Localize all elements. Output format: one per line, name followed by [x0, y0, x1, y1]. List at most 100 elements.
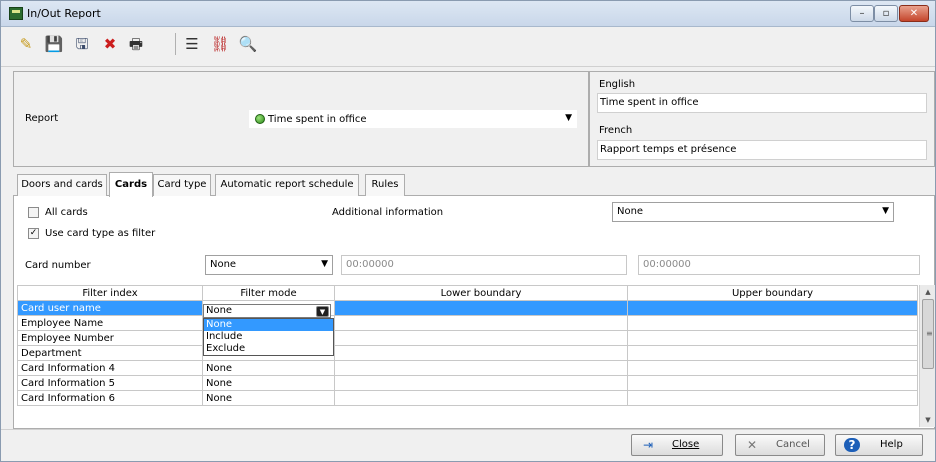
filter-mode-cell[interactable]: None	[202, 375, 335, 391]
lower-boundary-cell[interactable]	[334, 345, 628, 361]
maximize-button[interactable]: ▫	[874, 5, 898, 22]
minimize-button[interactable]: –	[850, 5, 874, 22]
upper-boundary-cell[interactable]	[627, 360, 918, 376]
all-cards-checkbox[interactable]	[28, 207, 39, 218]
french-description-input[interactable]: Rapport temps et présence	[597, 140, 927, 160]
additional-information-label: Additional information	[332, 207, 444, 218]
filter-index-cell[interactable]: Card Information 4	[17, 360, 203, 376]
column-header-lower-boundary[interactable]: Lower boundary	[334, 285, 628, 301]
chevron-down-icon: ▼	[565, 113, 572, 123]
table-row[interactable]: Card Information 5 None	[17, 375, 918, 391]
additional-information-select[interactable]: None ▼	[612, 202, 894, 222]
dropdown-option-exclude[interactable]: Exclude	[204, 343, 333, 355]
filter-mode-cell[interactable]: None	[202, 390, 335, 406]
new-icon[interactable]: ✎	[15, 33, 37, 55]
cancel-button-label: Cancel	[776, 439, 810, 450]
help-button[interactable]: ? Help	[835, 434, 923, 456]
upper-boundary-cell[interactable]	[627, 315, 918, 331]
exit-icon: ⇥	[642, 438, 654, 452]
save-icon[interactable]: 💾	[43, 33, 65, 55]
additional-information-value: None	[617, 206, 644, 217]
scroll-thumb[interactable]: ≡	[922, 299, 934, 369]
tab-rules[interactable]: Rules	[365, 174, 405, 196]
filter-index-cell[interactable]: Employee Number	[17, 330, 203, 346]
table-row[interactable]: Employee Number	[17, 330, 918, 346]
filter-index-cell[interactable]: Card user name	[17, 300, 203, 316]
save-as-icon[interactable]: 🖫	[71, 33, 93, 55]
card-number-mode-value: None	[210, 259, 237, 270]
filter-mode-editor-value: None	[206, 305, 233, 316]
filter-index-cell[interactable]: Card Information 5	[17, 375, 203, 391]
table-row[interactable]: Card user name None	[17, 300, 918, 316]
card-number-to-input[interactable]: 00:00000	[638, 255, 920, 275]
use-card-type-label: Use card type as filter	[45, 228, 156, 239]
upper-boundary-cell[interactable]	[627, 390, 918, 406]
table-row[interactable]: Card Information 4 None	[17, 360, 918, 376]
list-icon[interactable]: ☰	[181, 33, 203, 55]
lower-boundary-cell[interactable]	[334, 300, 628, 316]
tab-cards[interactable]: Cards	[109, 172, 153, 197]
help-button-label: Help	[880, 439, 903, 450]
table-row[interactable]: Employee Name	[17, 315, 918, 331]
cancel-button[interactable]: ✕ Cancel	[735, 434, 825, 456]
print-icon[interactable]: 🖶	[125, 33, 147, 55]
in-out-report-window: In/Out Report – ▫ ✕ ✎ 💾 🖫 ✖ 🖶 ☰ ⛓ 🔍 Repo…	[0, 0, 936, 462]
french-label: French	[599, 125, 633, 136]
report-label: Report	[25, 113, 59, 124]
filter-grid: Filter index Filter mode Lower boundary …	[17, 285, 918, 427]
tab-doors-and-cards[interactable]: Doors and cards	[17, 174, 107, 196]
lower-boundary-cell[interactable]	[334, 330, 628, 346]
lower-boundary-cell[interactable]	[334, 390, 628, 406]
report-select-value: Time spent in office	[268, 114, 367, 125]
filter-index-cell[interactable]: Department	[17, 345, 203, 361]
upper-boundary-cell[interactable]	[627, 375, 918, 391]
english-label: English	[599, 79, 636, 90]
window-title: In/Out Report	[27, 7, 101, 20]
search-icon[interactable]: 🔍	[237, 33, 259, 55]
lower-boundary-cell[interactable]	[334, 315, 628, 331]
chevron-down-icon: ▼	[321, 259, 328, 269]
scroll-up-icon[interactable]: ▲	[920, 285, 936, 299]
close-button[interactable]: ⇥ Close	[631, 434, 723, 456]
column-header-filter-index[interactable]: Filter index	[17, 285, 203, 301]
card-number-label: Card number	[25, 260, 91, 271]
card-number-from-input[interactable]: 00:00000	[341, 255, 627, 275]
filter-index-cell[interactable]: Employee Name	[17, 315, 203, 331]
table-row[interactable]: Card Information 6 None	[17, 390, 918, 406]
use-card-type-checkbox[interactable]: ✓	[28, 228, 39, 239]
english-description-input[interactable]: Time spent in office	[597, 93, 927, 113]
filter-mode-dropdown: None Include Exclude	[203, 318, 334, 356]
all-cards-label: All cards	[45, 207, 88, 218]
upper-boundary-cell[interactable]	[627, 345, 918, 361]
scroll-down-icon[interactable]: ▼	[920, 413, 936, 427]
delete-icon[interactable]: ✖	[99, 33, 121, 55]
close-button-label: Close	[672, 439, 700, 450]
dropdown-option-none[interactable]: None	[204, 319, 333, 331]
upper-boundary-cell[interactable]	[627, 330, 918, 346]
lower-boundary-cell[interactable]	[334, 360, 628, 376]
filter-index-cell[interactable]: Card Information 6	[17, 390, 203, 406]
lower-boundary-cell[interactable]	[334, 375, 628, 391]
filter-mode-editor[interactable]: None ▼	[203, 304, 331, 318]
table-row[interactable]: Department None	[17, 345, 918, 361]
column-header-upper-boundary[interactable]: Upper boundary	[627, 285, 918, 301]
filter-mode-cell[interactable]: None	[202, 360, 335, 376]
help-icon: ?	[844, 438, 860, 452]
upper-boundary-cell[interactable]	[627, 300, 918, 316]
toolbar-separator	[175, 33, 176, 55]
dropdown-option-include[interactable]: Include	[204, 331, 333, 343]
close-window-button[interactable]: ✕	[899, 5, 929, 22]
column-header-filter-mode[interactable]: Filter mode	[202, 285, 335, 301]
app-icon	[9, 7, 23, 20]
card-number-mode-select[interactable]: None ▼	[205, 255, 333, 275]
chevron-down-icon: ▼	[882, 206, 889, 216]
status-dot-icon	[255, 114, 265, 124]
title-bar: In/Out Report – ▫ ✕	[1, 1, 935, 27]
report-select[interactable]: Time spent in office ▼	[249, 110, 577, 128]
tab-card-type[interactable]: Card type	[153, 174, 211, 196]
grid-vertical-scrollbar[interactable]: ▲ ≡ ▼	[919, 285, 935, 427]
toolbar: ✎ 💾 🖫 ✖ 🖶 ☰ ⛓ 🔍	[1, 27, 935, 67]
chevron-down-icon[interactable]: ▼	[316, 306, 329, 317]
tab-automatic-report-schedule[interactable]: Automatic report schedule	[215, 174, 359, 196]
link-icon[interactable]: ⛓	[209, 33, 231, 55]
